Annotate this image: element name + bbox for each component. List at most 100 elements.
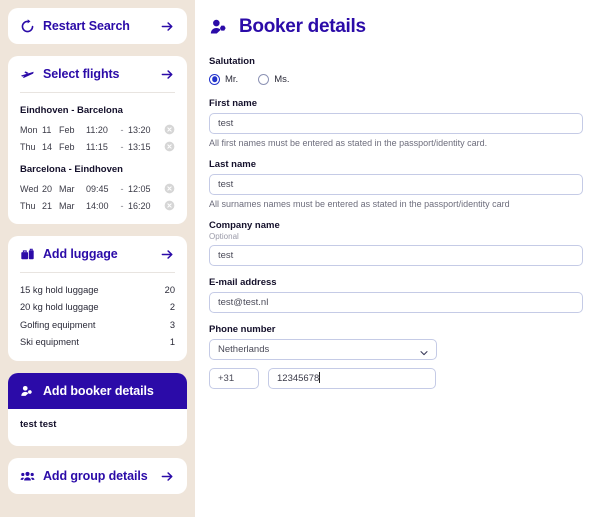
- field-email-address: E-mail address test@test.nl: [209, 277, 584, 313]
- flight-segment-title: Eindhoven - Barcelona: [20, 105, 123, 116]
- remove-icon[interactable]: [164, 124, 175, 135]
- radio-option-mr[interactable]: Mr.: [209, 73, 239, 85]
- field-phone-number: Phone number Netherlands +31 12345678: [209, 324, 584, 389]
- radio-ms-label: Ms.: [274, 73, 290, 85]
- flight-depart-time: 14:00: [86, 200, 109, 211]
- flight-month: Mar: [59, 183, 75, 194]
- sidebar-card-add-luggage[interactable]: Add luggage 15 kg hold luggage 20 20 kg …: [8, 236, 187, 361]
- flight-day: Thu: [20, 141, 36, 152]
- flight-date: 11: [42, 124, 52, 135]
- add-booker-details-header[interactable]: Add booker details: [8, 373, 187, 409]
- flight-row: Wed 20 Mar 09:45 - 12:05: [20, 180, 175, 197]
- chevron-down-icon[interactable]: [419, 345, 429, 356]
- flight-depart-time: 11:20: [86, 124, 108, 135]
- add-luggage-header[interactable]: Add luggage: [8, 236, 187, 272]
- salutation-label: Salutation: [209, 56, 255, 67]
- phone-country-code-input[interactable]: +31: [209, 368, 259, 389]
- booker-summary: test test: [20, 419, 57, 430]
- last-name-label: Last name: [209, 159, 256, 170]
- restart-icon: [20, 18, 35, 34]
- sidebar-card-restart-search[interactable]: Restart Search: [8, 8, 187, 44]
- sidebar-card-select-flights[interactable]: Select flights Eindhoven - Barcelona Mon…: [8, 56, 187, 224]
- restart-search-header[interactable]: Restart Search: [8, 8, 187, 44]
- sidebar-card-booker-details[interactable]: Add booker details test test: [8, 373, 187, 446]
- flight-date: 14: [42, 141, 53, 152]
- flight-dash: -: [120, 141, 124, 152]
- flight-row: Thu 21 Mar 14:00 - 16:20: [20, 197, 175, 214]
- country-select-wrapper[interactable]: Netherlands: [209, 339, 437, 360]
- flight-list: Eindhoven - Barcelona Mon 11 Feb 11:20 -…: [8, 93, 187, 224]
- flight-day: Wed: [20, 183, 39, 194]
- flight-arrive-time: 13:20: [128, 124, 151, 135]
- select-flights-label: Select flights: [43, 67, 120, 81]
- flight-month: Mar: [59, 200, 75, 211]
- arrow-right-icon[interactable]: [160, 247, 175, 262]
- text-cursor: [319, 372, 321, 383]
- arrow-right-icon[interactable]: [160, 19, 175, 34]
- flight-month: Feb: [59, 124, 75, 135]
- luggage-name: 15 kg hold luggage: [20, 284, 99, 295]
- luggage-name: Golfing equipment: [20, 319, 96, 330]
- luggage-qty: 20: [164, 284, 175, 295]
- country-select[interactable]: Netherlands: [209, 339, 437, 360]
- flight-row: Mon 11 Feb 11:20 - 13:20: [20, 121, 175, 138]
- flight-arrive-time: 16:20: [128, 200, 151, 211]
- flight-date: 20: [42, 183, 53, 194]
- flight-dash: -: [120, 183, 124, 194]
- remove-icon[interactable]: [164, 141, 175, 152]
- first-name-help: All first names must be entered as state…: [209, 138, 488, 148]
- restart-search-label: Restart Search: [43, 19, 130, 33]
- flight-depart-time: 09:45: [86, 183, 109, 194]
- phone-number-label: Phone number: [209, 324, 276, 335]
- add-group-details-label: Add group details: [43, 469, 148, 483]
- remove-icon[interactable]: [164, 183, 175, 194]
- person-badge-icon: [209, 17, 230, 38]
- list-item: 20 kg hold luggage 2: [20, 299, 175, 317]
- booking-app: Restart Search Select flights Eindhoven …: [0, 0, 600, 517]
- last-name-input[interactable]: test: [209, 174, 583, 195]
- radio-mr-indicator[interactable]: [209, 73, 220, 85]
- company-name-optional-label: Optional: [209, 232, 239, 241]
- person-badge-icon: [20, 384, 35, 399]
- flight-day: Mon: [20, 124, 38, 135]
- email-address-input[interactable]: test@test.nl: [209, 292, 583, 313]
- select-flights-header[interactable]: Select flights: [8, 56, 187, 92]
- arrow-right-icon[interactable]: [160, 67, 175, 82]
- flight-dash: -: [120, 200, 124, 211]
- flight-day: Thu: [20, 200, 36, 211]
- flight-row: Thu 14 Feb 11:15 - 13:15: [20, 138, 175, 155]
- add-booker-details-label: Add booker details: [43, 384, 154, 398]
- flight-dash: -: [120, 124, 124, 135]
- radio-option-ms[interactable]: Ms.: [258, 73, 290, 85]
- last-name-help: All surnames names must be entered as st…: [209, 199, 510, 209]
- company-name-input[interactable]: test: [209, 245, 583, 266]
- list-item: 15 kg hold luggage 20: [20, 281, 175, 299]
- remove-icon[interactable]: [164, 200, 175, 211]
- radio-mr-label: Mr.: [225, 73, 239, 85]
- flight-depart-time: 11:15: [86, 141, 108, 152]
- luggage-list: 15 kg hold luggage 20 20 kg hold luggage…: [8, 273, 187, 361]
- first-name-input[interactable]: test: [209, 113, 583, 134]
- company-name-label: Company name: [209, 220, 280, 231]
- flight-arrive-time: 12:05: [128, 183, 151, 194]
- luggage-qty: 3: [169, 319, 175, 330]
- phone-number-value: 12345678: [277, 373, 320, 384]
- first-name-label: First name: [209, 98, 258, 109]
- sidebar: Restart Search Select flights Eindhoven …: [0, 0, 195, 517]
- list-item: Ski equipment 1: [20, 334, 175, 352]
- add-group-details-header[interactable]: Add group details: [8, 458, 187, 494]
- page-header: Booker details: [209, 16, 584, 38]
- arrow-right-icon[interactable]: [160, 469, 175, 484]
- sidebar-card-group-details[interactable]: Add group details: [8, 458, 187, 494]
- main-panel: Booker details Salutation Mr. Ms. First …: [195, 0, 600, 517]
- radio-ms-indicator[interactable]: [258, 73, 270, 85]
- field-salutation: Salutation Mr. Ms.: [209, 56, 584, 87]
- phone-number-input[interactable]: 12345678: [268, 368, 436, 389]
- flight-month: Feb: [59, 141, 75, 152]
- flight-date: 21: [42, 200, 53, 211]
- list-item: Golfing equipment 3: [20, 316, 175, 334]
- flight-segment-title: Barcelona - Eindhoven: [20, 164, 123, 175]
- luggage-qty: 2: [169, 302, 175, 313]
- people-icon: [20, 469, 35, 484]
- salutation-radio-group[interactable]: Mr. Ms.: [209, 71, 584, 87]
